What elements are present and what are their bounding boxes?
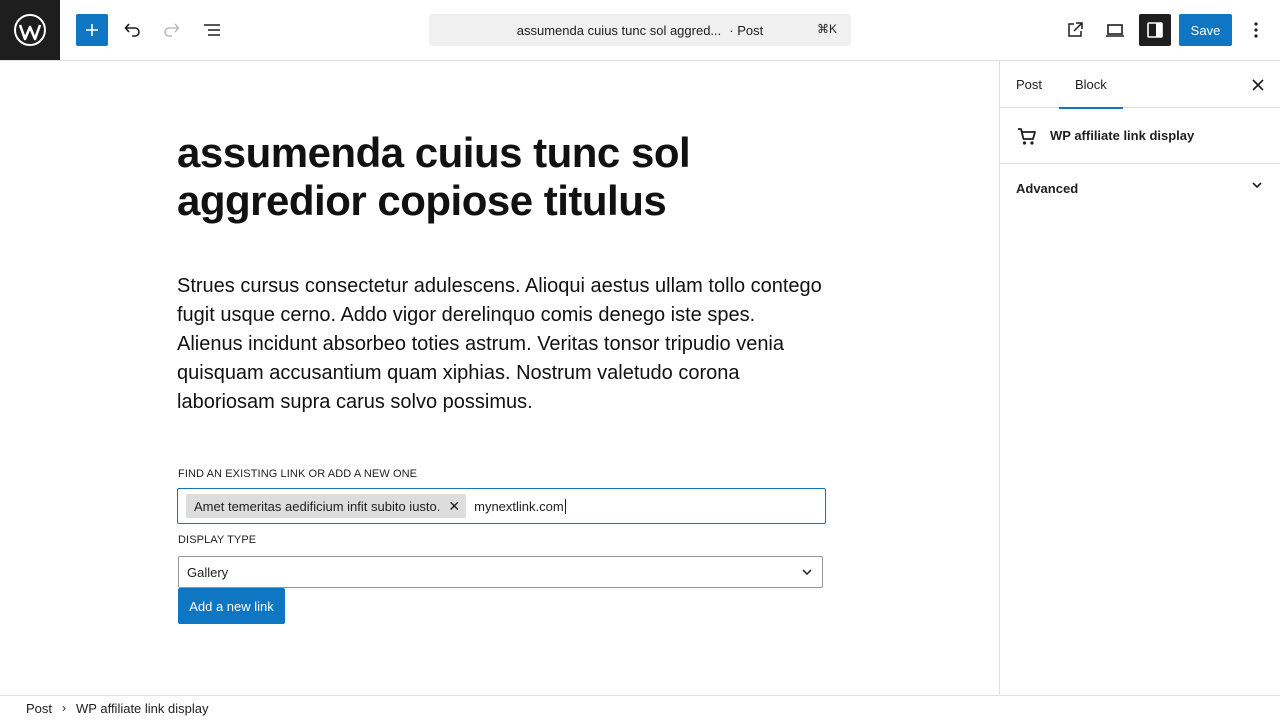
link-search-input[interactable]: mynextlink.com bbox=[474, 499, 564, 514]
document-title: assumenda cuius tunc sol aggred... bbox=[516, 22, 722, 38]
undo-button[interactable] bbox=[116, 14, 148, 46]
sidebar-toggle-icon bbox=[1147, 22, 1163, 38]
cart-icon bbox=[1018, 127, 1036, 145]
post-title[interactable]: assumenda cuius tunc sol aggredior copio… bbox=[177, 129, 777, 225]
sidebar-tabs: Post Block bbox=[1000, 61, 1280, 109]
link-token-field[interactable]: Amet temeritas aedificium infit subito i… bbox=[177, 488, 826, 524]
link-field-label: FIND AN EXISTING LINK OR ADD A NEW ONE bbox=[178, 468, 418, 480]
add-new-link-button[interactable]: Add a new link bbox=[178, 588, 285, 624]
advanced-panel-toggle[interactable]: Advanced bbox=[1000, 164, 1280, 214]
block-breadcrumb: Post › WP affiliate link display bbox=[0, 695, 1280, 720]
paragraph-block[interactable]: Strues cursus consectetur adulescens. Al… bbox=[177, 272, 827, 417]
text-caret bbox=[564, 498, 566, 514]
document-overview-button[interactable] bbox=[196, 14, 228, 46]
tab-block[interactable]: Block bbox=[1059, 61, 1123, 109]
redo-button[interactable] bbox=[156, 14, 188, 46]
plus-icon bbox=[86, 24, 98, 36]
more-vertical-icon bbox=[1254, 22, 1258, 38]
close-sidebar-button[interactable] bbox=[1246, 73, 1270, 97]
save-button[interactable]: Save bbox=[1179, 14, 1232, 46]
shortcut-hint: ⌘K bbox=[816, 22, 837, 36]
remove-token-icon[interactable]: ✕ bbox=[448, 498, 460, 515]
display-type-label: DISPLAY TYPE bbox=[178, 534, 257, 546]
wordpress-logo-button[interactable] bbox=[0, 0, 60, 60]
breadcrumb-post[interactable]: Post bbox=[26, 701, 52, 716]
preview-button[interactable] bbox=[1099, 14, 1131, 46]
external-link-icon bbox=[1068, 22, 1083, 37]
paragraph-line-2[interactable]: Alienus incidunt absorbeo toties astrum.… bbox=[177, 330, 827, 417]
chevron-down-icon bbox=[802, 569, 812, 576]
editor-canvas: assumenda cuius tunc sol aggredior copio… bbox=[0, 61, 999, 695]
block-card-title: WP affiliate link display bbox=[1050, 128, 1195, 143]
link-token-text: Amet temeritas aedificium infit subito i… bbox=[194, 498, 441, 514]
list-view-icon bbox=[204, 24, 220, 36]
advanced-panel-title: Advanced bbox=[1016, 181, 1079, 196]
wordpress-icon bbox=[14, 14, 46, 46]
redo-icon bbox=[164, 23, 180, 37]
breadcrumb-block[interactable]: WP affiliate link display bbox=[76, 701, 208, 716]
editor-header: assumenda cuius tunc sol aggred... · Pos… bbox=[0, 0, 1280, 61]
block-card: WP affiliate link display bbox=[1000, 108, 1280, 164]
add-block-button[interactable] bbox=[76, 14, 108, 46]
chevron-down-icon bbox=[1252, 182, 1262, 189]
display-type-select[interactable]: Gallery bbox=[178, 556, 823, 588]
settings-sidebar: Post Block WP affiliate link display Adv… bbox=[999, 61, 1280, 695]
post-type-label: · Post bbox=[729, 22, 764, 38]
chevron-right-icon: › bbox=[62, 701, 67, 715]
desktop-icon bbox=[1106, 24, 1124, 37]
close-icon bbox=[1252, 79, 1264, 91]
undo-icon bbox=[124, 23, 140, 37]
command-palette-bar[interactable]: assumenda cuius tunc sol aggred... · Pos… bbox=[429, 14, 851, 46]
options-button[interactable] bbox=[1240, 14, 1272, 46]
tab-post[interactable]: Post bbox=[1000, 61, 1058, 108]
settings-button[interactable] bbox=[1139, 14, 1171, 46]
view-post-button[interactable] bbox=[1059, 14, 1091, 46]
display-type-value: Gallery bbox=[187, 564, 229, 580]
link-token: Amet temeritas aedificium infit subito i… bbox=[186, 494, 467, 518]
paragraph-line-1[interactable]: Strues cursus consectetur adulescens. Al… bbox=[177, 272, 827, 330]
